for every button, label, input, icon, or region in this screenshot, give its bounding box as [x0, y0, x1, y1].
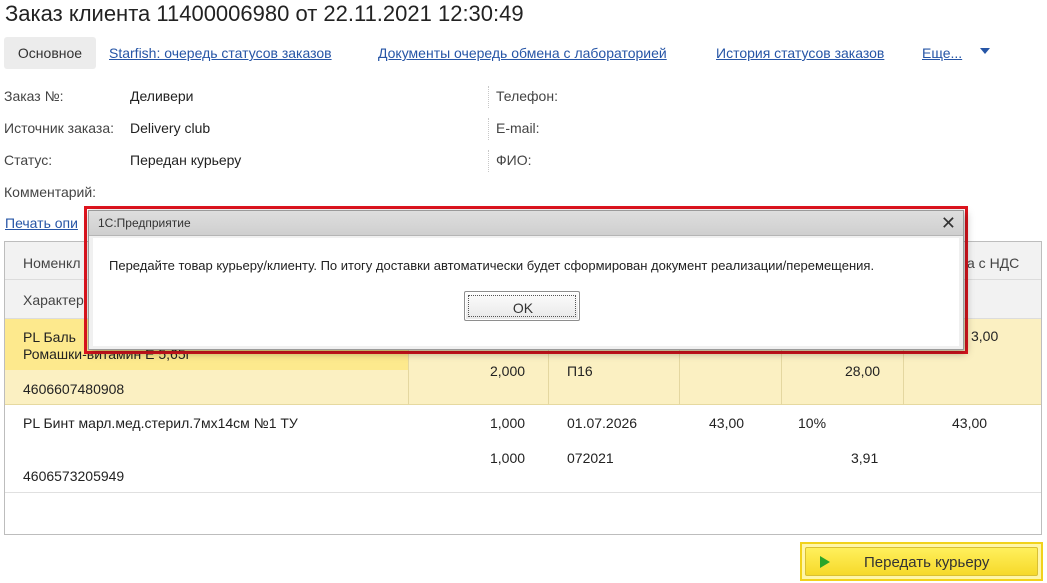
barcode: 4606573205949	[23, 468, 125, 484]
email-label: E-mail:	[496, 120, 540, 136]
product-name: PL Бинт марл.мед.стерил.7мх14см №1 ТУ	[23, 415, 298, 431]
status-label: Статус:	[4, 152, 53, 168]
send-to-courier-highlight: Передать курьеру	[800, 542, 1043, 581]
ok-label: OK	[512, 300, 534, 316]
play-icon	[820, 556, 830, 568]
column-header-sum-with-vat[interactable]: а с НДС	[967, 255, 1019, 271]
expiry-date: 01.07.2026	[567, 415, 638, 431]
phone-label: Телефон:	[496, 88, 558, 104]
tab-main[interactable]: Основное	[4, 37, 96, 69]
column-header-nomenclature[interactable]: Номенкл	[23, 255, 81, 271]
order-source-value[interactable]: Delivery club	[130, 120, 210, 136]
row-total: 43,00	[952, 415, 988, 431]
tab-starfish-queue[interactable]: Starfish: очередь статусов заказов	[109, 45, 332, 61]
field-divider	[488, 86, 489, 108]
field-divider	[488, 150, 489, 172]
close-icon[interactable]: ✕	[941, 213, 956, 233]
dialog-title: 1С:Предприятие	[98, 216, 191, 230]
amount: 28,00	[845, 363, 881, 379]
tab-lab-exchange-queue[interactable]: Документы очередь обмена с лабораторией	[378, 45, 667, 61]
order-number-label: Заказ №:	[4, 88, 64, 104]
series: 072021	[567, 450, 614, 466]
barcode: 4606607480908	[23, 381, 125, 397]
comment-label: Комментарий:	[4, 184, 97, 200]
order-source-label: Источник заказа:	[4, 120, 115, 136]
table-row[interactable]: PL Бинт марл.мед.стерил.7мх14см №1 ТУ 1,…	[5, 406, 1041, 492]
dialog-titlebar[interactable]: 1С:Предприятие ✕	[89, 211, 963, 236]
column-header-characteristic[interactable]: Характер	[23, 292, 84, 308]
quantity: 2,000	[490, 363, 526, 379]
field-divider	[488, 118, 489, 140]
series: П16	[567, 363, 593, 379]
fio-label: ФИО:	[496, 152, 532, 168]
product-name: PL Баль	[23, 329, 76, 345]
print-description-link[interactable]: Печать опи	[5, 215, 78, 231]
quantity: 1,000	[490, 415, 526, 431]
vat-rate: 10%	[798, 415, 827, 431]
order-number-value[interactable]: Деливери	[130, 88, 193, 104]
status-value[interactable]: Передан курьеру	[130, 152, 241, 168]
tab-status-history[interactable]: История статусов заказов	[716, 45, 884, 61]
ok-button[interactable]: OK	[464, 291, 580, 321]
dialog-body: Передайте товар курьеру/клиенту. По итог…	[93, 238, 959, 346]
chevron-down-icon[interactable]	[980, 48, 990, 54]
send-to-courier-label: Передать курьеру	[864, 554, 990, 571]
amount: 3,91	[851, 450, 879, 466]
row-total: 3,00	[971, 328, 999, 344]
price: 43,00	[709, 415, 745, 431]
focus-ring: OK	[468, 295, 576, 317]
page-title: Заказ клиента 11400006980 от 22.11.2021 …	[5, 1, 524, 26]
dialog-message: Передайте товар курьеру/клиенту. По итог…	[109, 258, 875, 273]
send-to-courier-button[interactable]: Передать курьеру	[805, 547, 1038, 576]
message-dialog: 1С:Предприятие ✕ Передайте товар курьеру…	[88, 210, 964, 350]
row-divider	[5, 492, 1041, 493]
quantity-2: 1,000	[490, 450, 526, 466]
tab-more[interactable]: Еще...	[922, 45, 962, 61]
tab-bar: Основное Starfish: очередь статусов зака…	[4, 36, 1044, 70]
